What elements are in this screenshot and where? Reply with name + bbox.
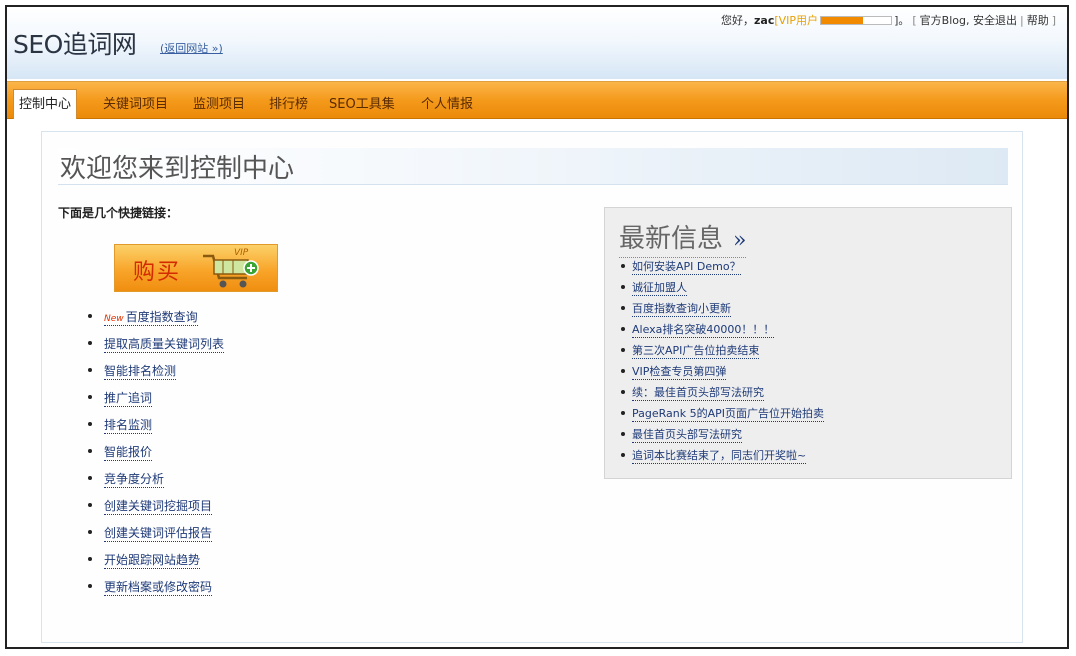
link-rank-monitor[interactable]: 排名监测 <box>104 416 153 434</box>
nav-keyword-projects[interactable]: 关键词项目 <box>103 93 168 112</box>
page-title: 欢迎您来到控制中心 <box>60 154 295 184</box>
news-link[interactable]: 追词本比赛结束了，同志们开奖啦~ <box>632 447 807 464</box>
separator: | <box>1019 13 1024 27</box>
vip-progress-fill <box>821 16 864 24</box>
bullet <box>88 314 92 318</box>
buy-button-label: 购买 <box>133 260 182 285</box>
bullet <box>88 584 92 588</box>
news-link[interactable]: 续：最佳首页头部写法研究 <box>632 384 764 401</box>
news-title[interactable]: 最新信息 » <box>619 218 747 258</box>
bullet <box>621 453 625 457</box>
separator: [ <box>912 13 917 27</box>
bullet <box>88 395 92 399</box>
nav-control-center[interactable]: 控制中心 <box>13 89 78 119</box>
bullet <box>88 530 92 534</box>
bullet <box>621 306 625 310</box>
bullet <box>88 449 92 453</box>
news-link[interactable]: 百度指数查询小更新 <box>632 300 731 317</box>
official-blog-link[interactable]: 官方Blog <box>920 12 966 28</box>
quick-links-title: 下面是几个快捷链接： <box>58 206 179 220</box>
news-link[interactable]: VIP检查专员第四弹 <box>632 363 727 380</box>
bullet <box>88 341 92 345</box>
news-link[interactable]: PageRank 5的API页面广告位开始拍卖 <box>632 405 825 422</box>
welcome-banner: 欢迎您来到控制中心 <box>58 148 1008 185</box>
news-panel: 最新信息 » 如何安装API Demo？ 诚征加盟人 百度指数查询小更新 Alex… <box>604 207 1012 479</box>
more-arrow-icon[interactable]: » <box>733 228 746 253</box>
news-link[interactable]: 诚征加盟人 <box>632 279 687 296</box>
separator: , <box>965 13 973 27</box>
help-link[interactable]: 帮助 <box>1027 12 1049 28</box>
header: SEO追词网 (返回网站 ») 您好， zac [VIP用户 ]。 [ 官方Bl… <box>7 7 1067 79</box>
news-link[interactable]: 如何安装API Demo？ <box>632 258 741 275</box>
nav-monitor-projects[interactable]: 监测项目 <box>193 93 245 112</box>
bracket-end: ] <box>1051 13 1056 27</box>
bullet <box>621 264 625 268</box>
bullet <box>88 368 92 372</box>
link-extract-keywords[interactable]: 提取高质量关键词列表 <box>104 335 225 353</box>
link-promote[interactable]: 推广追词 <box>104 389 153 407</box>
main-nav: 控制中心 关键词项目 监测项目 排行榜 SEO工具集 个人情报 <box>7 81 1067 119</box>
username: zac <box>754 13 775 27</box>
bullet <box>621 285 625 289</box>
bullet <box>88 476 92 480</box>
nav-personal-info[interactable]: 个人情报 <box>421 93 473 112</box>
link-label: 百度指数查询 <box>125 310 198 324</box>
bullet <box>88 503 92 507</box>
site-logo[interactable]: SEO追词网 <box>13 25 137 61</box>
back-to-site-link[interactable]: (返回网站 ») <box>160 40 223 56</box>
news-link[interactable]: 最佳首页头部写法研究 <box>632 426 742 443</box>
bullet <box>621 390 625 394</box>
vip-label: [VIP用户 <box>774 14 819 27</box>
user-bar: 您好， zac [VIP用户 ]。 [ 官方Blog , 安全退出 | 帮助 ] <box>721 12 1059 28</box>
link-competition[interactable]: 竞争度分析 <box>104 470 165 488</box>
link-baidu-index[interactable]: New 百度指数查询 <box>104 308 198 326</box>
link-create-report[interactable]: 创建关键词评估报告 <box>104 524 213 542</box>
news-link[interactable]: Alexa排名突破40000！！！ <box>632 321 775 338</box>
bullet <box>88 557 92 561</box>
news-link[interactable]: 第三次API广告位拍卖结束 <box>632 342 760 359</box>
greeting-text: 您好， <box>721 14 754 27</box>
vip-label-close: ]。 <box>894 14 910 27</box>
main-content: 欢迎您来到控制中心 下面是几个快捷链接： 购买 VIP New 百度指数查询 提… <box>41 131 1023 643</box>
buy-button[interactable]: 购买 VIP <box>114 244 278 292</box>
bullet <box>621 348 625 352</box>
nav-seo-tools[interactable]: SEO工具集 <box>329 93 395 112</box>
link-create-mining[interactable]: 创建关键词挖掘项目 <box>104 497 213 515</box>
new-badge: New <box>104 314 124 324</box>
vip-progress-bar <box>820 15 893 25</box>
bullet <box>621 327 625 331</box>
bullet <box>88 422 92 426</box>
link-smart-quote[interactable]: 智能报价 <box>104 443 153 461</box>
logout-link[interactable]: 安全退出 <box>973 12 1017 28</box>
link-rank-check[interactable]: 智能排名检测 <box>104 362 177 380</box>
nav-rankings[interactable]: 排行榜 <box>269 93 308 112</box>
bullet <box>621 411 625 415</box>
link-update-profile[interactable]: 更新档案或修改密码 <box>104 578 213 596</box>
browser-frame: SEO追词网 (返回网站 ») 您好， zac [VIP用户 ]。 [ 官方Bl… <box>5 5 1069 649</box>
bullet <box>621 432 625 436</box>
link-track-trend[interactable]: 开始跟踪网站趋势 <box>104 551 201 569</box>
shopping-cart-icon <box>203 254 259 288</box>
news-title-text: 最新信息 <box>619 224 724 254</box>
bullet <box>621 369 625 373</box>
